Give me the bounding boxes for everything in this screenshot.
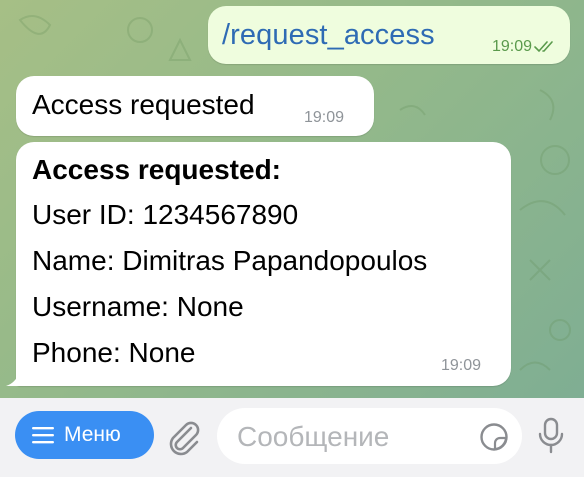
message-text: Access requested	[32, 89, 255, 120]
message-input-placeholder: Сообщение	[237, 421, 390, 452]
double-check-icon	[534, 41, 553, 53]
chat-area: /request_access 19:09 Access requested 1…	[0, 0, 584, 398]
message-time: 19:09	[441, 357, 482, 374]
input-bar: Меню Сообщение	[0, 398, 584, 477]
message-title: Access requested:	[32, 154, 282, 185]
message-line-phone: Phone: None	[32, 337, 196, 368]
incoming-message[interactable]: Access requested 19:09	[16, 76, 374, 136]
incoming-message-details[interactable]: Access requested: User ID: 1234567890 Na…	[16, 142, 511, 386]
bubble-tail	[6, 368, 26, 386]
message-line-user-id: User ID: 1234567890	[32, 199, 299, 230]
message-line-username: Username: None	[32, 291, 244, 322]
message-line-name: Name: Dimitras Papandopoulos	[32, 245, 428, 276]
paperclip-icon[interactable]	[166, 418, 202, 456]
menu-button[interactable]: Меню	[15, 411, 154, 459]
microphone-icon[interactable]	[536, 417, 566, 455]
message-input[interactable]: Сообщение	[217, 408, 522, 464]
message-meta: 19:09	[492, 38, 558, 56]
hamburger-icon	[32, 427, 54, 444]
sticker-icon[interactable]	[479, 422, 509, 452]
message-time: 19:09	[304, 109, 345, 126]
command-link[interactable]: /request_access	[222, 19, 435, 52]
menu-button-label: Меню	[64, 423, 121, 446]
message-time: 19:09	[491, 38, 532, 55]
outgoing-message[interactable]: /request_access 19:09	[208, 6, 570, 64]
